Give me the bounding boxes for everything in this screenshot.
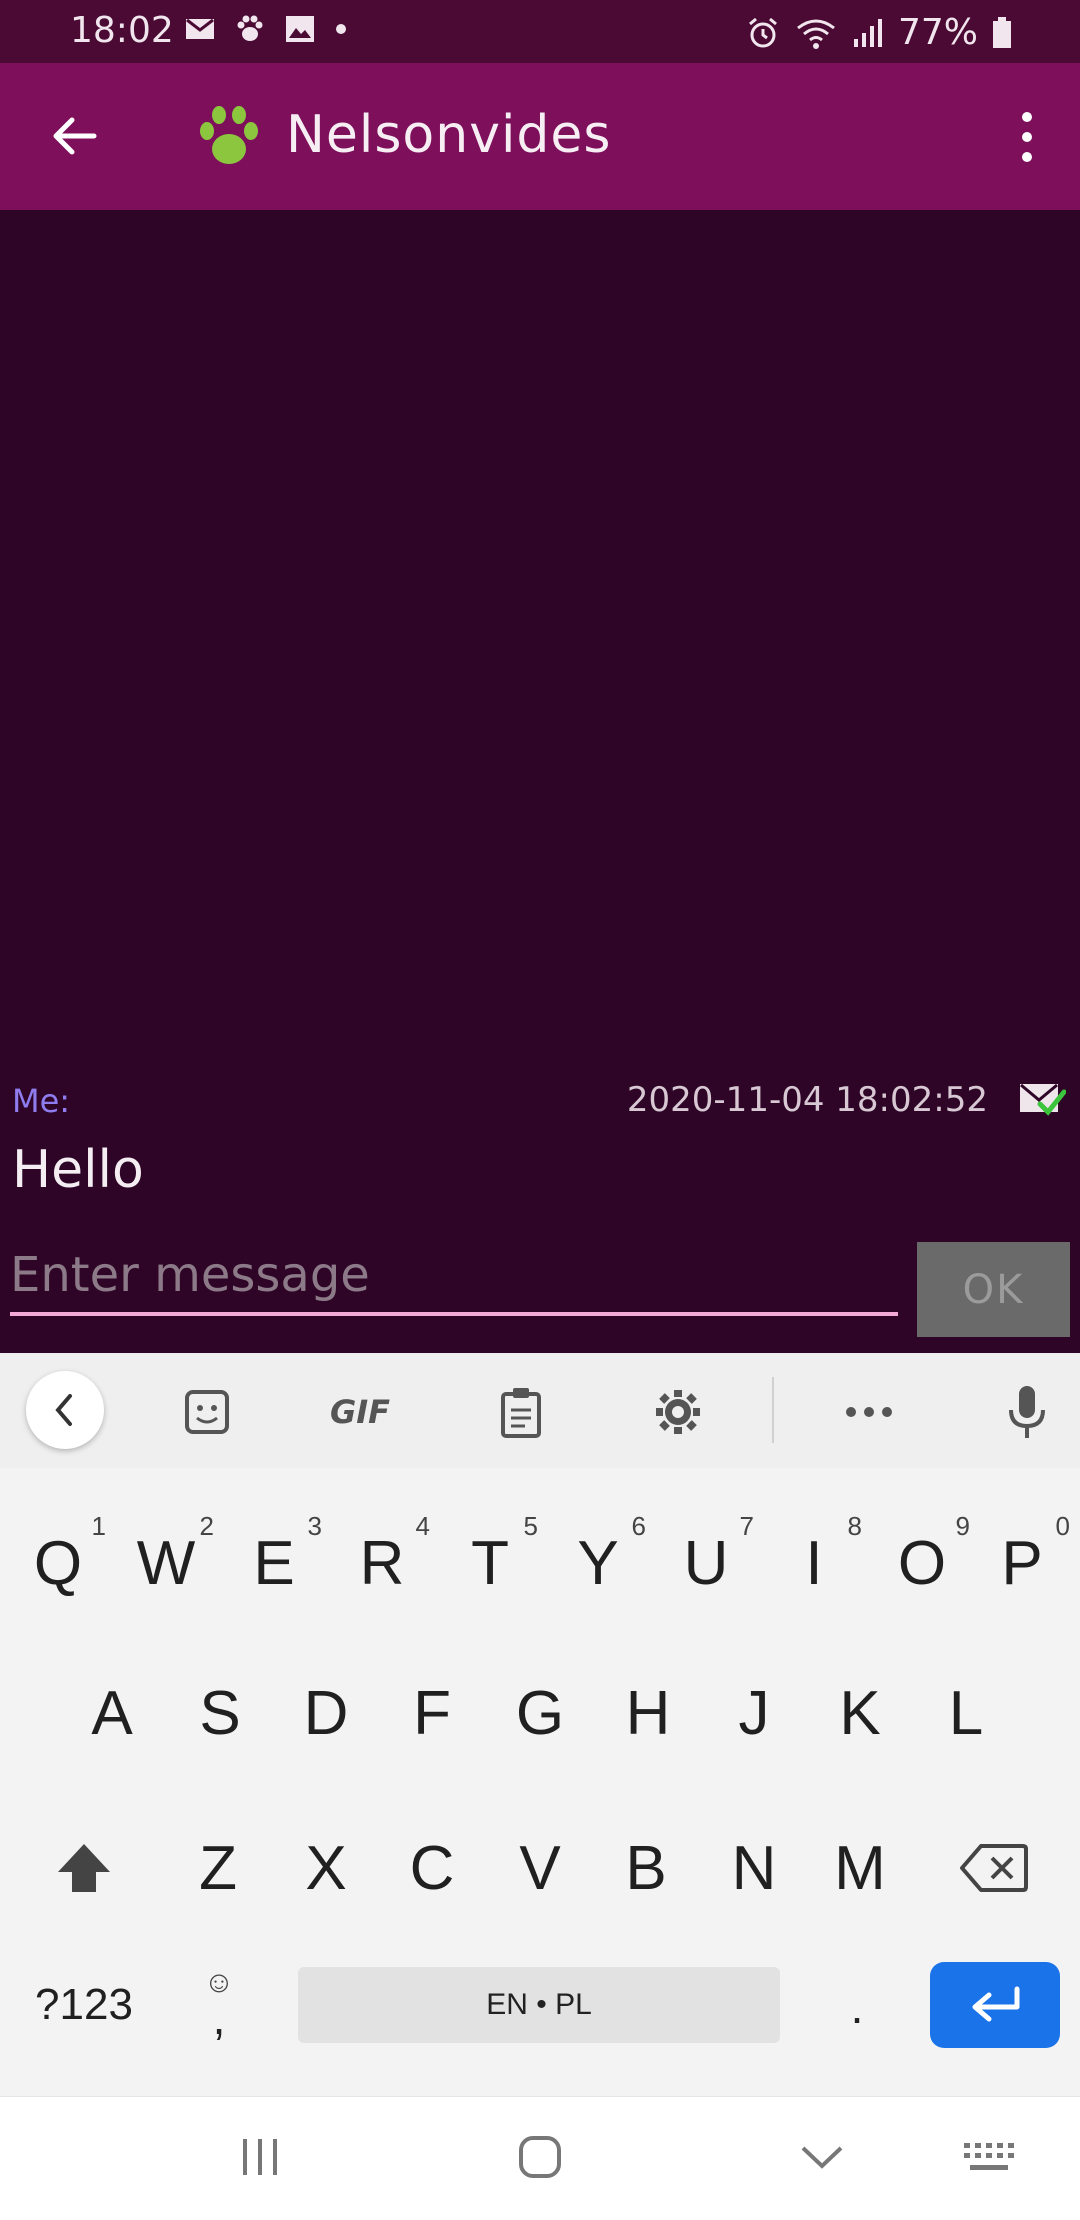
recents-button[interactable] <box>220 2127 300 2187</box>
battery-icon <box>993 16 1011 48</box>
key-x[interactable]: X <box>272 1808 380 1928</box>
more-horiz-icon <box>846 1407 892 1417</box>
battery-percent: 77% <box>897 12 978 53</box>
key-o[interactable]: O9 <box>868 1503 976 1623</box>
settings-icon <box>656 1390 700 1434</box>
send-ok-button[interactable]: OK <box>917 1242 1070 1337</box>
message-sender: Me: <box>12 1082 71 1120</box>
key-c[interactable]: C <box>378 1808 486 1928</box>
signal-icon <box>853 18 882 47</box>
home-icon <box>519 2136 561 2178</box>
key-f[interactable]: F <box>378 1653 486 1773</box>
collapse-toolbar-button[interactable] <box>26 1371 104 1449</box>
backspace-icon <box>960 1844 1028 1892</box>
key-g[interactable]: G <box>486 1653 594 1773</box>
space-bar[interactable]: EN • PL <box>298 1967 780 2043</box>
app-bar: Nelsonvides <box>0 63 1080 210</box>
key-d[interactable]: D <box>272 1653 380 1773</box>
clipboard-button[interactable] <box>486 1379 556 1445</box>
paw-icon <box>237 15 263 41</box>
key-i[interactable]: I8 <box>760 1503 868 1623</box>
keyboard: GIF Q1 W2 E3 R4 T5 Y6 U7 I8 O9 P0 A S D … <box>0 1353 1080 2096</box>
back-arrow-icon[interactable] <box>46 108 102 164</box>
key-v[interactable]: V <box>486 1808 594 1928</box>
shift-icon <box>58 1844 110 1892</box>
sticker-icon <box>185 1390 229 1434</box>
alarm-icon <box>749 17 777 47</box>
image-icon <box>286 16 314 42</box>
sticker-button[interactable] <box>172 1379 242 1445</box>
key-j[interactable]: J <box>700 1653 808 1773</box>
status-bar: 18:02 77% <box>0 0 1080 63</box>
symbols-key[interactable]: ?123 <box>14 1963 154 2047</box>
back-button[interactable] <box>782 2127 862 2187</box>
chat-title: Nelsonvides <box>286 105 612 165</box>
period-key[interactable]: . <box>812 1965 902 2049</box>
keyboard-toolbar: GIF <box>0 1353 1080 1468</box>
message-input-container <box>10 1238 898 1316</box>
key-w[interactable]: W2 <box>112 1503 220 1623</box>
key-m[interactable]: M <box>806 1808 914 1928</box>
key-k[interactable]: K <box>806 1653 914 1773</box>
message-timestamp: 2020-11-04 18:02:52 <box>626 1080 988 1120</box>
key-q[interactable]: Q1 <box>4 1503 112 1623</box>
chat-area: Me: 2020-11-04 18:02:52 Hello OK <box>0 210 1080 1353</box>
wifi-icon <box>797 19 835 49</box>
key-l[interactable]: L <box>912 1653 1020 1773</box>
key-z[interactable]: Z <box>164 1808 272 1928</box>
backspace-key[interactable] <box>940 1808 1048 1928</box>
mail-icon <box>186 18 214 39</box>
paw-logo-icon <box>200 106 258 164</box>
key-p[interactable]: P0 <box>968 1503 1076 1623</box>
voice-input-button[interactable] <box>992 1379 1062 1445</box>
system-icons: 77% <box>746 12 1012 53</box>
key-r[interactable]: R4 <box>328 1503 436 1623</box>
shift-key[interactable] <box>28 1808 140 1928</box>
message-text: Hello <box>12 1140 144 1200</box>
home-button[interactable] <box>500 2127 580 2187</box>
notification-icons <box>185 14 347 44</box>
status-time: 18:02 <box>70 10 174 51</box>
key-y[interactable]: Y6 <box>544 1503 652 1623</box>
dot-icon <box>336 24 346 34</box>
key-n[interactable]: N <box>700 1808 808 1928</box>
key-h[interactable]: H <box>594 1653 702 1773</box>
back-chevron-icon <box>801 2146 843 2169</box>
key-a[interactable]: A <box>58 1653 166 1773</box>
key-e[interactable]: E3 <box>220 1503 328 1623</box>
more-vert-icon[interactable] <box>1012 109 1042 165</box>
recents-icon <box>243 2139 277 2175</box>
chevron-left-icon <box>55 1394 72 1426</box>
comma-key[interactable]: ☺ , <box>174 1953 264 2053</box>
gif-button[interactable]: GIF <box>325 1379 395 1445</box>
keyboard-icon <box>964 2143 1014 2170</box>
toolbar-divider <box>772 1377 774 1443</box>
mic-icon <box>1009 1386 1045 1438</box>
keyboard-settings-button[interactable] <box>643 1379 713 1445</box>
enter-icon <box>972 1986 1020 2022</box>
key-u[interactable]: U7 <box>652 1503 760 1623</box>
clipboard-icon <box>501 1388 541 1438</box>
more-options-button[interactable] <box>834 1379 904 1445</box>
navigation-bar <box>0 2096 1080 2220</box>
keyboard-switch-button[interactable] <box>950 2127 1030 2187</box>
key-t[interactable]: T5 <box>436 1503 544 1623</box>
message-input[interactable] <box>10 1238 898 1312</box>
mail-sent-check-icon <box>1020 1083 1066 1116</box>
key-s[interactable]: S <box>166 1653 274 1773</box>
enter-key[interactable] <box>930 1962 1060 2048</box>
key-b[interactable]: B <box>592 1808 700 1928</box>
